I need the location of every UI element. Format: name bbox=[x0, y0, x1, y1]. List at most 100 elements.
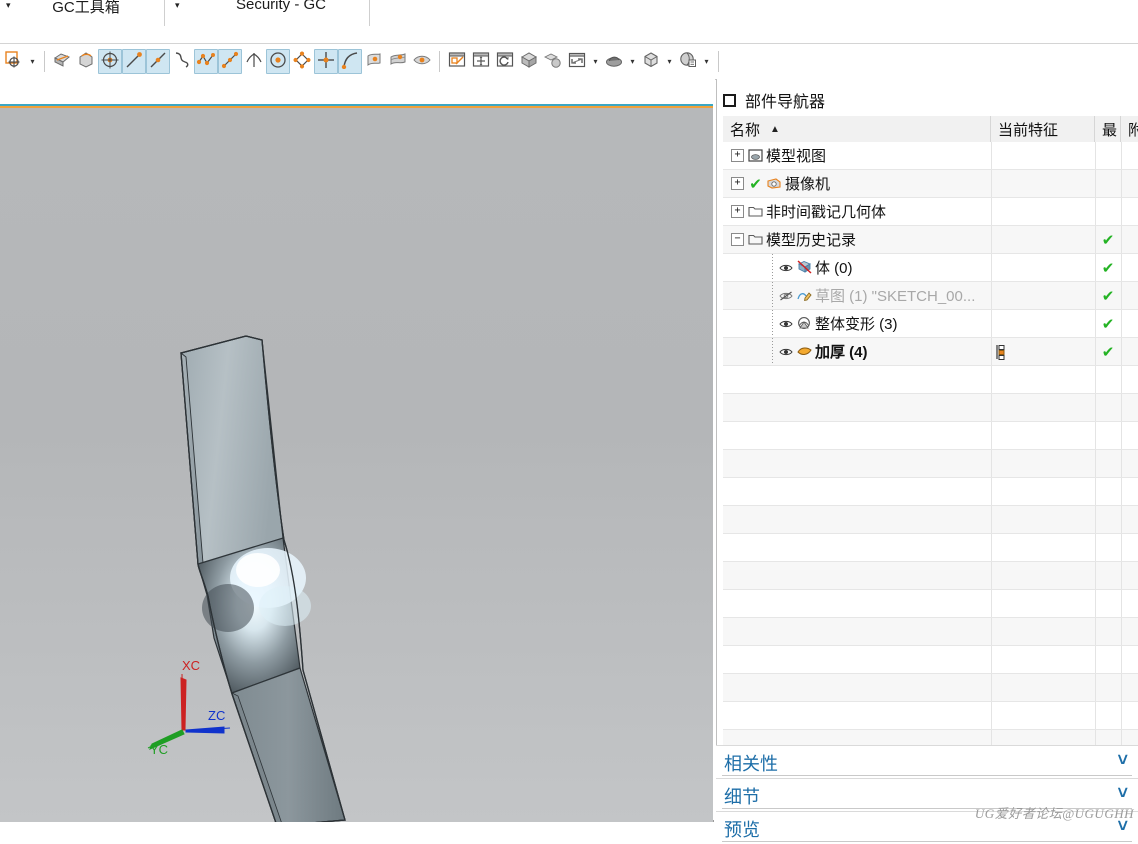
extrude-button[interactable] bbox=[50, 49, 74, 74]
circle-button[interactable] bbox=[266, 49, 290, 74]
table-row[interactable]: 草图 (1) "SKETCH_00... ✔ bbox=[723, 282, 1138, 310]
table-empty-row[interactable] bbox=[723, 422, 1138, 450]
line-plain-icon bbox=[149, 51, 167, 72]
line2-button[interactable] bbox=[146, 49, 170, 74]
table-row[interactable]: 加厚 (4) ✔ bbox=[723, 338, 1138, 366]
latest-column-cell: ✔ bbox=[1095, 254, 1121, 281]
column-header-1[interactable]: 名称 ▲ bbox=[723, 116, 991, 142]
line-button[interactable] bbox=[122, 49, 146, 74]
point-button[interactable] bbox=[98, 49, 122, 74]
orient-view-button-dropdown-caret-icon[interactable]: ▾ bbox=[663, 49, 676, 74]
edit-display-button[interactable] bbox=[445, 49, 469, 74]
chevron-down-icon[interactable]: ˅ bbox=[1117, 783, 1128, 804]
table-empty-row[interactable] bbox=[723, 394, 1138, 422]
table-empty-row[interactable] bbox=[723, 450, 1138, 478]
table-row[interactable]: − 模型历史记录 ✔ bbox=[723, 226, 1138, 254]
table-empty-row[interactable] bbox=[723, 646, 1138, 674]
surface-1-button[interactable] bbox=[362, 49, 386, 74]
helix-button[interactable] bbox=[242, 49, 266, 74]
collapsible-section-1[interactable]: 相关性 ˅ bbox=[716, 745, 1138, 778]
fit-curve-icon bbox=[221, 51, 239, 72]
table-empty-row[interactable] bbox=[723, 702, 1138, 730]
column-header-2[interactable]: 当前特征 bbox=[991, 116, 1095, 142]
column-header-label: 名称 bbox=[730, 121, 761, 139]
show-hide-button[interactable] bbox=[517, 49, 541, 74]
tree-connector-line bbox=[767, 282, 777, 309]
layer-settings-button-dropdown-caret-icon[interactable]: ▾ bbox=[700, 49, 713, 74]
polygon-button[interactable] bbox=[290, 49, 314, 74]
tree-expander-toggle[interactable]: + bbox=[731, 205, 744, 218]
style-button-dropdown-caret-icon[interactable]: ▾ bbox=[626, 49, 639, 74]
3d-viewport[interactable]: XC ZC YC bbox=[0, 106, 714, 822]
wcs-triad: XC ZC YC bbox=[140, 658, 250, 768]
point-set-button[interactable] bbox=[314, 49, 338, 74]
tree-item-label: 模型视图 bbox=[766, 148, 827, 165]
current-feature-cell bbox=[991, 142, 1095, 169]
part-navigator-panel: 部件导航器 名称 ▲ 当前特征 最附 + 模型视图 + ✔ 摄像机 + 非时间戳记几何体 − 模型历史… bbox=[716, 79, 1138, 820]
style-button[interactable] bbox=[602, 49, 626, 74]
spline-button[interactable] bbox=[170, 49, 194, 74]
attachment-column-cell bbox=[1121, 226, 1138, 253]
tree-item-label: 模型历史记录 bbox=[766, 232, 857, 249]
table-row[interactable]: + 非时间戳记几何体 bbox=[723, 198, 1138, 226]
hide-object-icon bbox=[543, 51, 562, 72]
attachment-column-cell bbox=[1121, 338, 1138, 365]
graphics-area[interactable]: XC ZC YC bbox=[0, 79, 715, 822]
tree-expander-toggle[interactable]: + bbox=[731, 149, 744, 162]
table-row[interactable]: + 模型视图 bbox=[723, 142, 1138, 170]
arc-button[interactable] bbox=[338, 49, 362, 74]
column-header-3[interactable]: 最 bbox=[1095, 116, 1121, 142]
sort-ascending-icon[interactable]: ▲ bbox=[770, 124, 780, 135]
visibility-eye-icon[interactable] bbox=[777, 287, 794, 304]
attachment-column-cell bbox=[1121, 254, 1138, 281]
move-object-button[interactable] bbox=[469, 49, 493, 74]
table-empty-row[interactable] bbox=[723, 506, 1138, 534]
table-empty-row[interactable] bbox=[723, 590, 1138, 618]
table-row[interactable]: 整体变形 (3) ✔ bbox=[723, 310, 1138, 338]
latest-column-cell: ✔ bbox=[1095, 282, 1121, 309]
table-empty-row[interactable] bbox=[723, 618, 1138, 646]
column-header-4[interactable]: 附 bbox=[1121, 116, 1138, 142]
refresh-icon bbox=[496, 51, 514, 72]
orient-view-button[interactable] bbox=[639, 49, 663, 74]
application-window: ▾ GC工具箱 ▾ Security - GC ▾ ▾ ▾ ▾ ▾ XC ZC … bbox=[0, 0, 1138, 844]
fit-curve-button[interactable] bbox=[218, 49, 242, 74]
table-empty-row[interactable] bbox=[723, 366, 1138, 394]
tree-expander-toggle[interactable]: + bbox=[731, 177, 744, 190]
ribbon-group-2[interactable]: ▾ Security - GC bbox=[165, 0, 370, 26]
visibility-eye-icon[interactable] bbox=[777, 315, 794, 332]
hide-button[interactable] bbox=[541, 49, 565, 74]
panel-pin-checkbox[interactable] bbox=[723, 93, 736, 107]
datum-csys-button[interactable] bbox=[2, 49, 26, 74]
studio-spline-button[interactable] bbox=[194, 49, 218, 74]
chevron-down-icon[interactable]: ˅ bbox=[1117, 750, 1128, 771]
ribbon-group-1[interactable]: ▾ GC工具箱 bbox=[0, 0, 165, 26]
datum-csys-button-dropdown-caret-icon[interactable]: ▾ bbox=[26, 49, 39, 74]
layer-settings-button[interactable] bbox=[676, 49, 700, 74]
ribbon-group-label: Security - GC bbox=[235, 0, 326, 13]
table-row[interactable]: + ✔ 摄像机 bbox=[723, 170, 1138, 198]
current-feature-cell bbox=[991, 338, 1095, 365]
table-row[interactable]: 体 (0) ✔ bbox=[723, 254, 1138, 282]
table-body[interactable]: + 模型视图 + ✔ 摄像机 + 非时间戳记几何体 − 模型历史记录 ✔ 体 (0) ✔ 草图 (1) … bbox=[723, 142, 1138, 792]
visibility-eye-icon[interactable] bbox=[777, 259, 794, 276]
part-navigator-title[interactable]: 部件导航器 bbox=[717, 87, 825, 113]
table-empty-row[interactable] bbox=[723, 674, 1138, 702]
current-feature-cell bbox=[991, 226, 1095, 253]
attachment-column-cell bbox=[1121, 170, 1138, 197]
fit-view-button-dropdown-caret-icon[interactable]: ▾ bbox=[589, 49, 602, 74]
latest-column-cell: ✔ bbox=[1095, 226, 1121, 253]
latest-check-icon: ✔ bbox=[1101, 231, 1115, 249]
part-model[interactable] bbox=[0, 108, 713, 822]
visibility-eye-icon[interactable] bbox=[777, 343, 794, 360]
fit-view-button[interactable] bbox=[565, 49, 589, 74]
surface-2-button[interactable] bbox=[386, 49, 410, 74]
tree-expander-toggle[interactable]: − bbox=[731, 233, 744, 246]
current-feature-marker-icon bbox=[996, 344, 1005, 360]
table-empty-row[interactable] bbox=[723, 562, 1138, 590]
table-empty-row[interactable] bbox=[723, 478, 1138, 506]
table-empty-row[interactable] bbox=[723, 534, 1138, 562]
revolve-button[interactable] bbox=[74, 49, 98, 74]
surface-3-button[interactable] bbox=[410, 49, 434, 74]
refresh-button[interactable] bbox=[493, 49, 517, 74]
